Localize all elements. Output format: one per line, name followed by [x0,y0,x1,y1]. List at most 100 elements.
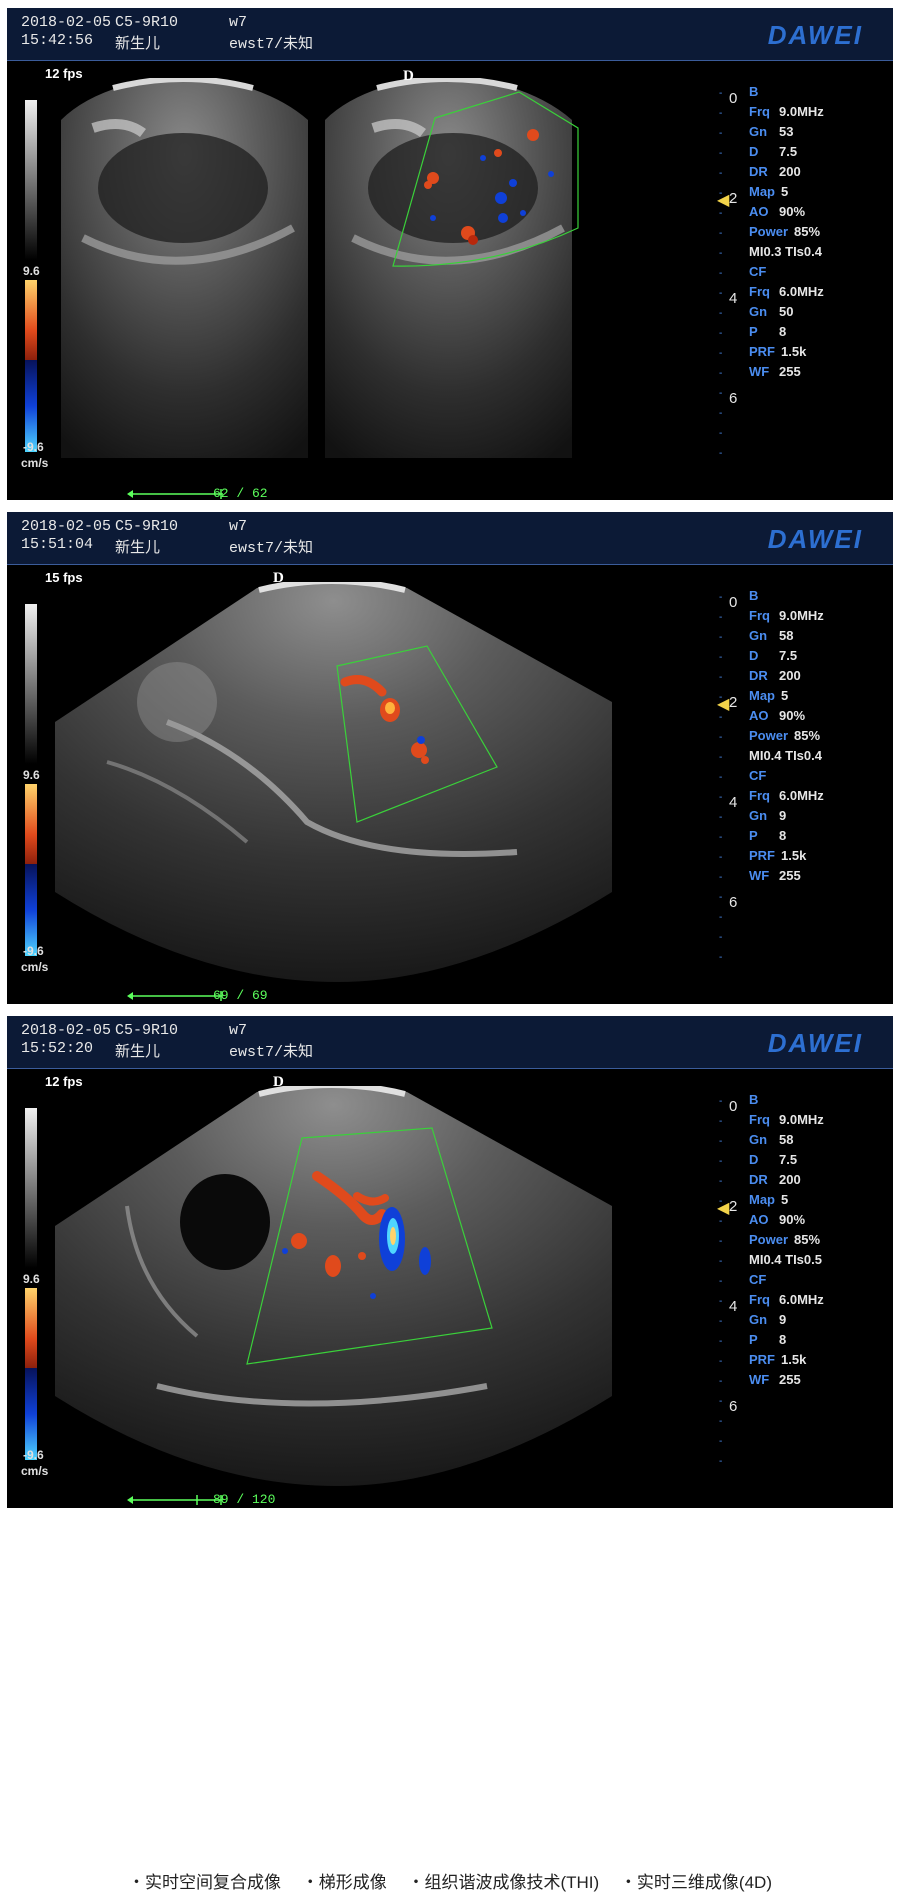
wf-value: 255 [779,364,801,379]
param-label: WF [749,868,770,883]
cf-frequency-value: 6.0MHz [779,284,824,299]
panel-header: 2018-02-05 C5-9R10 w7 15:52:20 新生儿 ewst7… [7,1016,893,1069]
grayscale-bar [25,1108,37,1268]
prf-value: 1.5k [781,1352,807,1367]
param-label: P [749,828,758,843]
depth-label-2: 2 [729,694,738,711]
mi-ti-value: MI0.3 TIs0.4 [749,244,822,259]
preset-name: w7 [229,518,248,535]
exam-time: 15:51:04 [21,536,94,553]
param-label: PRF [749,1352,775,1367]
cine-slider-icon[interactable] [127,489,227,499]
depth-label-4: 4 [729,290,738,307]
power-value: 85% [794,224,821,239]
depth-value: 7.5 [779,648,798,663]
param-label: Gn [749,628,768,643]
cine-loop-bar[interactable]: 89 / 120 [127,1492,387,1508]
velocity-scale-top: 9.6 [23,768,40,782]
exam-name: ewst7/未知 [229,540,314,557]
feature-list: ・实时空间复合成像 ・梯形成像 ・组织谐波成像技术(THI) ・实时三维成像(4… [0,1868,900,1893]
param-label: Power [749,728,789,743]
depth-label-4: 4 [729,794,738,811]
b-frequency-value: 9.0MHz [779,104,824,119]
panel-header: 2018-02-05 C5-9R10 w7 15:42:56 新生儿 ewst7… [7,8,893,61]
b-frequency-value: 9.0MHz [779,1112,824,1127]
p-value: 8 [779,324,787,339]
velocity-scale-top: 9.6 [23,264,40,278]
depth-value: 7.5 [779,144,798,159]
param-label: P [749,324,758,339]
depth-scale: -0 ---- ◀ -2 ---- -4 ---- -6 --- [717,1096,738,1467]
param-label: WF [749,364,770,379]
wf-value: 255 [779,1372,801,1387]
mi-ti-value: MI0.4 TIs0.5 [749,1252,822,1267]
exam-name: ewst7/未知 [229,1044,314,1061]
dynamic-range-value: 200 [779,164,801,179]
param-label: DR [749,668,768,683]
doppler-marker: D [403,68,414,84]
param-label: P [749,1332,758,1347]
param-label: Power [749,224,789,239]
preset-name: w7 [229,1022,248,1039]
param-label: Power [749,1232,789,1247]
param-label: AO [749,204,769,219]
b-mode-header: B [749,84,759,99]
map-value: 5 [781,1192,789,1207]
param-label: D [749,648,759,663]
map-value: 5 [781,184,789,199]
param-label: Frq [749,1112,770,1127]
prf-value: 1.5k [781,848,807,863]
velocity-scale-bottom: -9.6 [23,1448,44,1462]
param-label: Frq [749,104,770,119]
param-label: DR [749,1172,768,1187]
param-label: Gn [749,304,768,319]
velocity-scale-positive [25,280,37,372]
cf-mode-header: CF [749,264,767,279]
param-label: Frq [749,284,770,299]
velocity-scale-positive [25,1288,37,1380]
power-value: 85% [794,728,821,743]
param-label: Gn [749,808,768,823]
velocity-scale-bottom: -9.6 [23,440,44,454]
cine-slider-icon[interactable] [127,1495,227,1505]
feature-item: ・梯形成像 [301,1873,387,1892]
cine-frame-counter: 62 / 62 [213,486,268,500]
probe-model: C5-9R10 [115,14,179,31]
cf-mode-header: CF [749,768,767,783]
ultrasound-panel-3: 2018-02-05 C5-9R10 w7 15:52:20 新生儿 ewst7… [7,1016,893,1508]
cine-loop-bar[interactable]: 62 / 62 [127,486,387,500]
cine-slider-icon[interactable] [127,991,227,1001]
patient-type: 新生儿 [115,540,161,557]
velocity-scale-negative [25,1368,37,1460]
param-label: Gn [749,1132,768,1147]
p-value: 8 [779,828,787,843]
ultrasound-image-dual [61,78,579,458]
mi-ti-value: MI0.4 TIs0.4 [749,748,822,763]
brand-logo: DAWEI [767,1028,863,1058]
feature-item: ・实时三维成像(4D) [619,1873,772,1892]
cf-frequency-value: 6.0MHz [779,1292,824,1307]
wf-value: 255 [779,868,801,883]
probe-model: C5-9R10 [115,518,179,535]
cine-loop-bar[interactable]: 69 / 69 [127,988,387,1004]
param-label: Gn [749,1312,768,1327]
b-mode-header: B [749,1092,759,1107]
ultrasound-panel-1: 2018-02-05 C5-9R10 w7 15:42:56 新生儿 ewst7… [7,8,893,500]
velocity-unit: cm/s [21,1464,49,1478]
depth-label-2: 2 [729,1198,738,1215]
feature-item: ・组织谐波成像技术(THI) [407,1873,600,1892]
depth-label-6: 6 [729,1398,738,1415]
param-label: D [749,144,759,159]
velocity-scale-bottom: -9.6 [23,944,44,958]
b-mode-header: B [749,588,759,603]
param-label: Map [749,688,775,703]
cf-frequency-value: 6.0MHz [779,788,824,803]
param-label: Frq [749,608,770,623]
exam-time: 15:52:20 [21,1040,94,1057]
grayscale-bar [25,100,37,260]
velocity-scale-negative [25,864,37,956]
param-label: Frq [749,1292,770,1307]
cf-gain-value: 9 [779,1312,787,1327]
depth-label-0: 0 [729,90,738,107]
ultrasound-panel-2: 2018-02-05 C5-9R10 w7 15:51:04 新生儿 ewst7… [7,512,893,1004]
